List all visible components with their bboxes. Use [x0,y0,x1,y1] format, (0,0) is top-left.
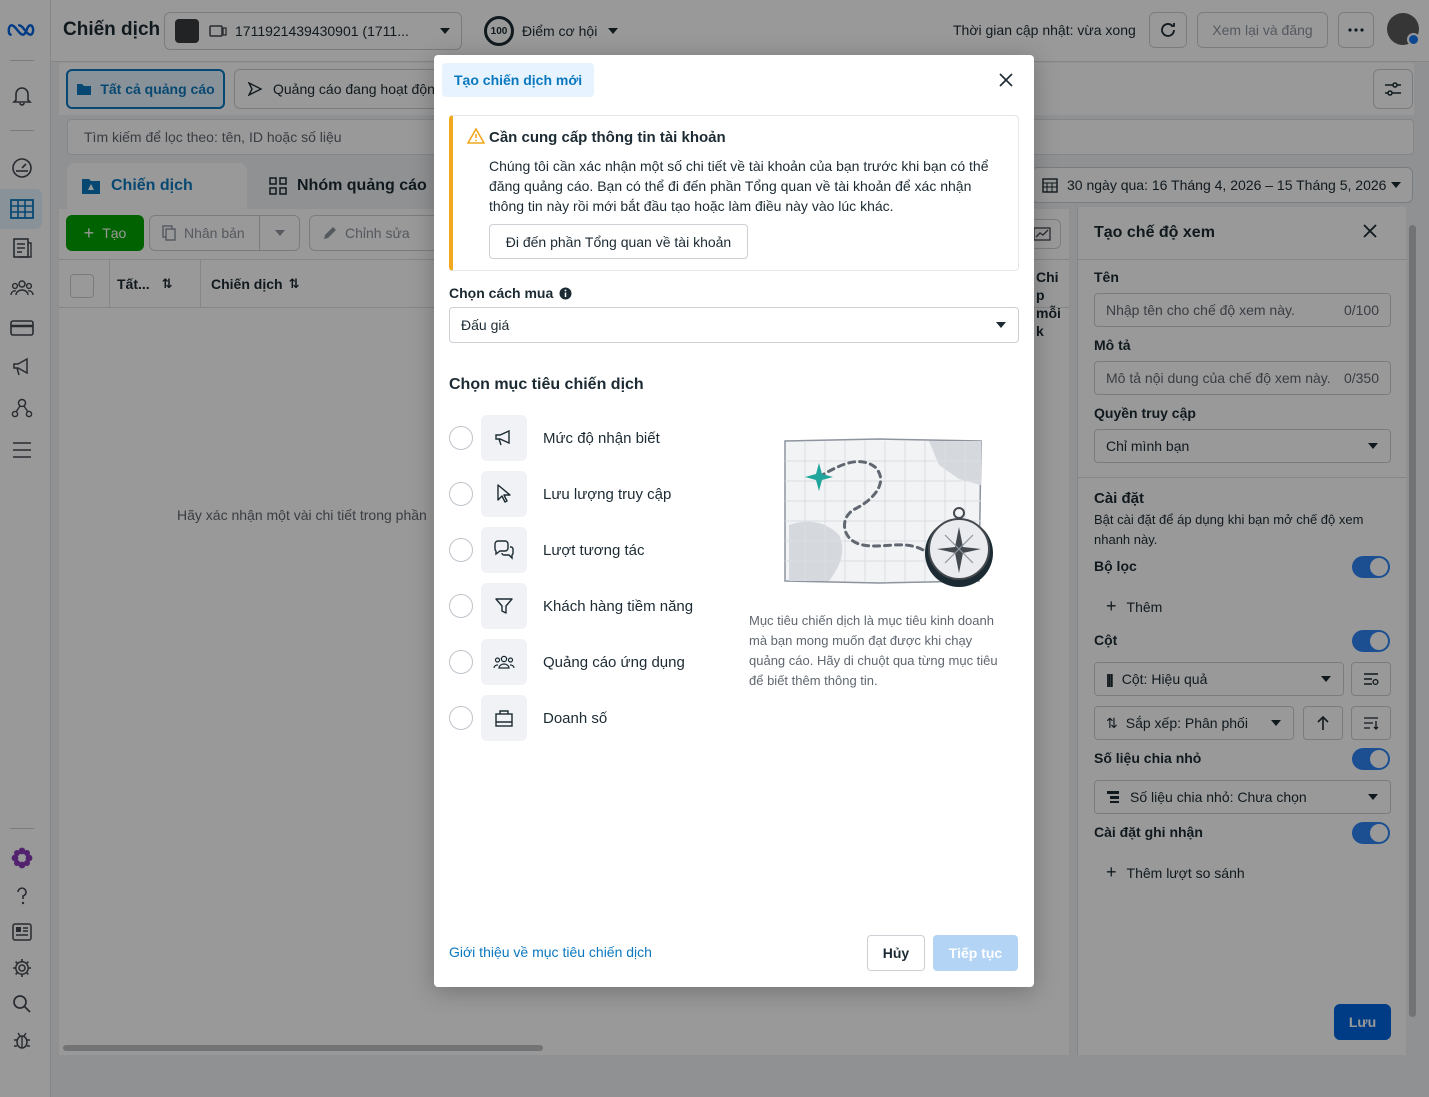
objective-radio[interactable] [449,538,473,562]
account-info-alert: Cần cung cấp thông tin tài khoản Chúng t… [449,115,1019,271]
objective-label: Lượt tương tác [543,541,645,559]
continue-button[interactable]: Tiếp tục [933,935,1018,971]
megaphone-icon [481,415,527,461]
alert-title: Cần cung cấp thông tin tài khoản [489,129,726,146]
alert-body: Chúng tôi cần xác nhận một số chi tiết v… [489,158,989,214]
objective-label: Mức độ nhận biết [543,429,660,447]
objective-radio[interactable] [449,426,473,450]
objective-heading: Chọn mục tiêu chiến dịch [449,376,644,393]
objective-label: Khách hàng tiềm năng [543,597,694,615]
chat-bubbles-icon [481,527,527,573]
warning-triangle-icon [467,128,485,144]
people-icon [481,639,527,685]
create-campaign-dialog: Tạo chiến dịch mới Cần cung cấp thông ti… [434,55,1034,987]
funnel-icon [481,583,527,629]
map-compass-illustration [779,435,999,605]
cancel-button[interactable]: Hủy [867,935,925,971]
objective-radio[interactable] [449,706,473,730]
buying-type-text: Chọn cách mua [449,285,554,301]
buying-type-value: Đấu giá [461,317,510,333]
dialog-close-button[interactable] [999,73,1013,87]
objective-radio[interactable] [449,650,473,674]
objective-option-awareness[interactable]: Mức độ nhận biết [449,415,660,461]
objective-option-sales[interactable]: Doanh số [449,695,607,741]
objective-description: Mục tiêu chiến dịch là mục tiêu kinh doa… [749,613,998,688]
about-objectives-link[interactable]: Giới thiệu về mục tiêu chiến dịch [449,944,652,960]
cursor-icon [481,471,527,517]
close-icon [999,73,1013,87]
objective-option-engagement[interactable]: Lượt tương tác [449,527,644,573]
shopping-bag-icon [481,695,527,741]
objective-label: Lưu lượng truy cập [543,485,672,503]
info-icon [559,287,572,299]
objective-option-app-promotion[interactable]: Quảng cáo ứng dụng [449,639,685,685]
objective-option-leads[interactable]: Khách hàng tiềm năng [449,583,693,629]
objective-label: Quảng cáo ứng dụng [543,653,685,671]
go-to-account-overview-button[interactable]: Đi đến phần Tổng quan về tài khoản [489,224,748,259]
objective-option-traffic[interactable]: Lưu lượng truy cập [449,471,671,517]
buying-type-select[interactable]: Đấu giá [449,307,1019,343]
objective-label: Doanh số [543,709,608,727]
chevron-down-icon [996,322,1006,328]
objective-radio[interactable] [449,482,473,506]
objective-radio[interactable] [449,594,473,618]
dialog-tab-label: Tạo chiến dịch mới [442,63,595,97]
buying-type-label: Chọn cách mua [449,285,572,301]
